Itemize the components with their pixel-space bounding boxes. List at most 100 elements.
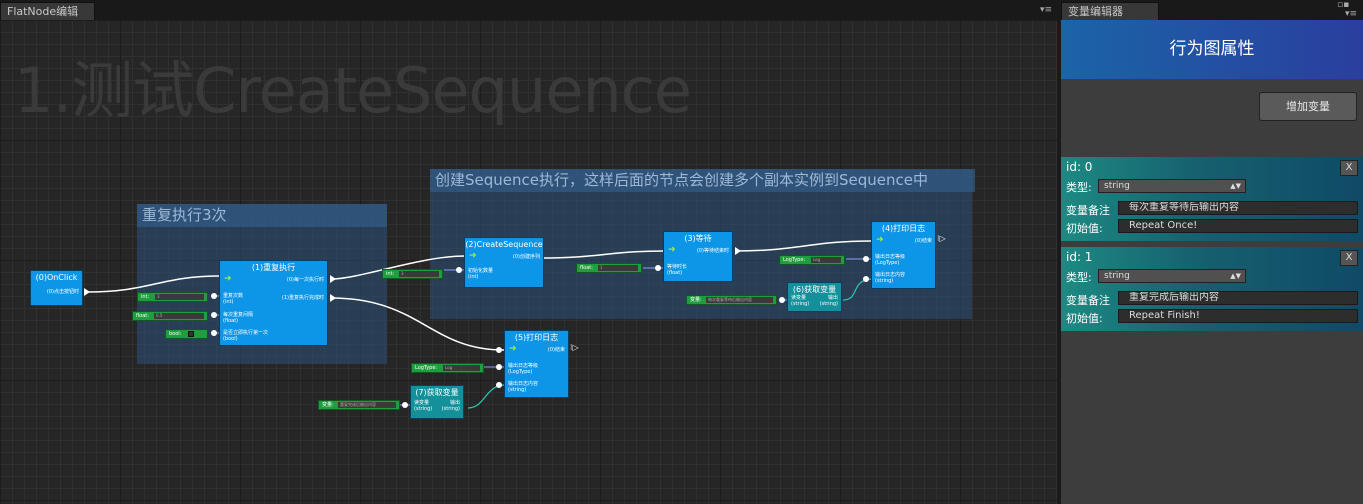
initial-value-label: 初始值: xyxy=(1066,312,1103,325)
input-pin[interactable] xyxy=(211,293,217,299)
node-title: (5)打印日志 xyxy=(514,333,559,342)
exec-in-arrow-icon: ➜ xyxy=(469,251,477,261)
node-print-log-4[interactable]: (4)打印日志 ➜ (0)结束 输出日志等级 (LogType) 输出日志内容 … xyxy=(871,221,936,289)
note-label: 变量备注 xyxy=(1066,204,1110,217)
node-get-variable-6[interactable]: (6)获取变量 读变量 (string) 输出 (string) xyxy=(787,282,842,312)
type-select[interactable]: string ▲▼ xyxy=(1098,269,1246,283)
node-output-type: (string) xyxy=(441,406,460,412)
node-input-type: (string) xyxy=(508,387,527,393)
value-box[interactable]: Log xyxy=(443,365,480,371)
node-input-type: (int) xyxy=(468,274,479,280)
value-box[interactable]: Log xyxy=(811,257,841,263)
delete-variable-button[interactable]: X xyxy=(1340,160,1358,176)
exec-out-chevron-icon[interactable]: ⁝▷ xyxy=(937,235,946,243)
node-input-type: (float) xyxy=(667,270,683,276)
node-title: (2)CreateSequence xyxy=(465,240,543,249)
input-pin[interactable] xyxy=(496,364,502,370)
node-input-type: (LogType) xyxy=(508,369,533,375)
repeat-immediate-input[interactable]: bool: xyxy=(165,329,208,339)
panel-tab-options-icon[interactable]: ▾≡ xyxy=(1345,10,1357,19)
node-output-label: (0)点击按钮时 xyxy=(46,289,79,295)
input-pin[interactable] xyxy=(211,312,217,318)
exec-in-arrow-icon: ➜ xyxy=(668,245,676,255)
node-output-label: (0)结束 xyxy=(914,238,932,244)
log5-logtype-input[interactable]: LogType: Log xyxy=(411,363,484,373)
exec-in-arrow-icon: ➜ xyxy=(509,344,517,354)
getvar6-variable-input[interactable]: 变量: 每次重复等待后输出内容 xyxy=(686,295,777,305)
node-output-label: (1)重复执行完成时 xyxy=(281,295,324,301)
node-create-sequence[interactable]: (2)CreateSequence ➜ (0)创建序列 初始化数量 (int) xyxy=(464,237,544,288)
value-box[interactable]: 3 xyxy=(155,294,204,300)
panel-header: 行为图属性 xyxy=(1061,20,1363,79)
add-variable-button[interactable]: 增加变量 xyxy=(1259,92,1357,121)
exec-out-chevron-icon[interactable]: ⁝▷ xyxy=(570,344,579,352)
checkbox[interactable] xyxy=(188,331,194,337)
input-pin[interactable] xyxy=(456,267,462,273)
node-title: (0)OnClick xyxy=(35,273,78,282)
repeat-count-input[interactable]: int: 3 xyxy=(137,292,208,302)
tab-flatnode-editor[interactable]: FlatNode编辑器 xyxy=(0,2,95,36)
node-input-type: (string) xyxy=(875,278,894,284)
node-print-log-5[interactable]: (5)打印日志 ➜ (0)结束 输出日志等级 (LogType) 输出日志内容 … xyxy=(504,330,569,398)
input-pin[interactable] xyxy=(863,276,869,282)
exec-in-arrow-icon: ➜ xyxy=(876,235,884,245)
type-label: 类型: xyxy=(1066,271,1092,284)
note-field[interactable]: 每次重复等待后输出内容 xyxy=(1118,201,1358,215)
repeat-interval-input[interactable]: float: 0.5 xyxy=(132,311,208,321)
dropdown-arrows-icon: ▲▼ xyxy=(1230,272,1241,280)
node-onclick[interactable]: (0)OnClick (0)点击按钮时 xyxy=(30,270,83,306)
variable-card-1: id: 1 X 类型: string ▲▼ 变量备注 重复完成后输出内容 初始值:… xyxy=(1061,247,1363,331)
node-wait[interactable]: (3)等待 ➜ (0)等待结束时 等待时长 (float) xyxy=(663,231,733,282)
getvar7-variable-input[interactable]: 变量: 重复完成后输出内容 xyxy=(318,400,400,410)
node-output-type: (string) xyxy=(819,301,838,307)
tab-variable-editor[interactable]: 变量编辑器 xyxy=(1061,2,1159,20)
log4-logtype-input[interactable]: LogType: Log xyxy=(779,255,845,265)
node-output-label: (0)创建序列 xyxy=(512,254,540,260)
value-box[interactable]: 重复完成后输出内容 xyxy=(338,402,396,408)
input-pin[interactable] xyxy=(863,256,869,262)
node-graph-canvas[interactable]: 1.测试CreateSequence 重复执行3次 创建Sequence执行，这… xyxy=(0,20,1057,504)
node-input-type: (string) xyxy=(414,406,433,412)
value-box[interactable]: 每次重复等待后输出内容 xyxy=(706,297,773,303)
wire-getvar6-log4 xyxy=(842,278,873,301)
initial-value-field[interactable]: Repeat Once! xyxy=(1118,219,1358,233)
wire-repeat-log5 xyxy=(330,297,505,351)
node-input-type: (int) xyxy=(223,299,234,305)
input-pin[interactable] xyxy=(779,297,785,303)
initial-value-field[interactable]: Repeat Finish! xyxy=(1118,309,1358,323)
input-pin[interactable] xyxy=(655,265,661,271)
node-input-type: (string) xyxy=(791,301,810,307)
editor-tab-menu-icon[interactable]: ▾≡ xyxy=(1040,6,1052,15)
delete-variable-button[interactable]: X xyxy=(1340,250,1358,266)
input-pin[interactable] xyxy=(496,347,502,353)
wire-createseq-wait xyxy=(539,250,665,259)
value-box[interactable]: 1 xyxy=(598,265,638,271)
input-pin[interactable] xyxy=(211,330,217,336)
node-input-type: (float) xyxy=(223,318,239,324)
node-get-variable-7[interactable]: (7)获取变量 读变量 (string) 输出 (string) xyxy=(410,385,464,419)
wire-getvar7-log5 xyxy=(467,384,505,409)
input-pin[interactable] xyxy=(402,402,408,408)
variable-id: id: 0 xyxy=(1066,160,1093,174)
note-field[interactable]: 重复完成后输出内容 xyxy=(1118,291,1358,305)
value-box[interactable]: 3 xyxy=(399,271,439,277)
exec-out-pin[interactable] xyxy=(330,294,336,302)
input-pin[interactable] xyxy=(496,382,502,388)
wire-wait-log4 xyxy=(734,240,873,252)
wait-duration-input[interactable]: float: 1 xyxy=(576,263,642,273)
node-output-label: (0)等待结束时 xyxy=(696,248,729,254)
wire-onclick-repeat xyxy=(86,275,221,293)
sequence-count-input[interactable]: int: 3 xyxy=(382,269,443,279)
value-box[interactable]: 0.5 xyxy=(154,313,204,319)
node-input-type: (bool) xyxy=(223,336,238,342)
type-label: 类型: xyxy=(1066,181,1092,194)
type-select[interactable]: string ▲▼ xyxy=(1098,179,1246,193)
node-title: (6)获取变量 xyxy=(792,285,837,294)
exec-out-pin[interactable] xyxy=(84,288,90,296)
exec-out-pin[interactable] xyxy=(330,275,336,283)
node-title: (3)等待 xyxy=(684,234,712,243)
note-label: 变量备注 xyxy=(1066,294,1110,307)
exec-out-pin[interactable] xyxy=(735,247,741,255)
node-output-label: (0)每一次执行时 xyxy=(286,277,324,283)
node-repeat[interactable]: (1)重复执行 ➜ (0)每一次执行时 (1)重复执行完成时 重复次数 (int… xyxy=(219,260,328,346)
